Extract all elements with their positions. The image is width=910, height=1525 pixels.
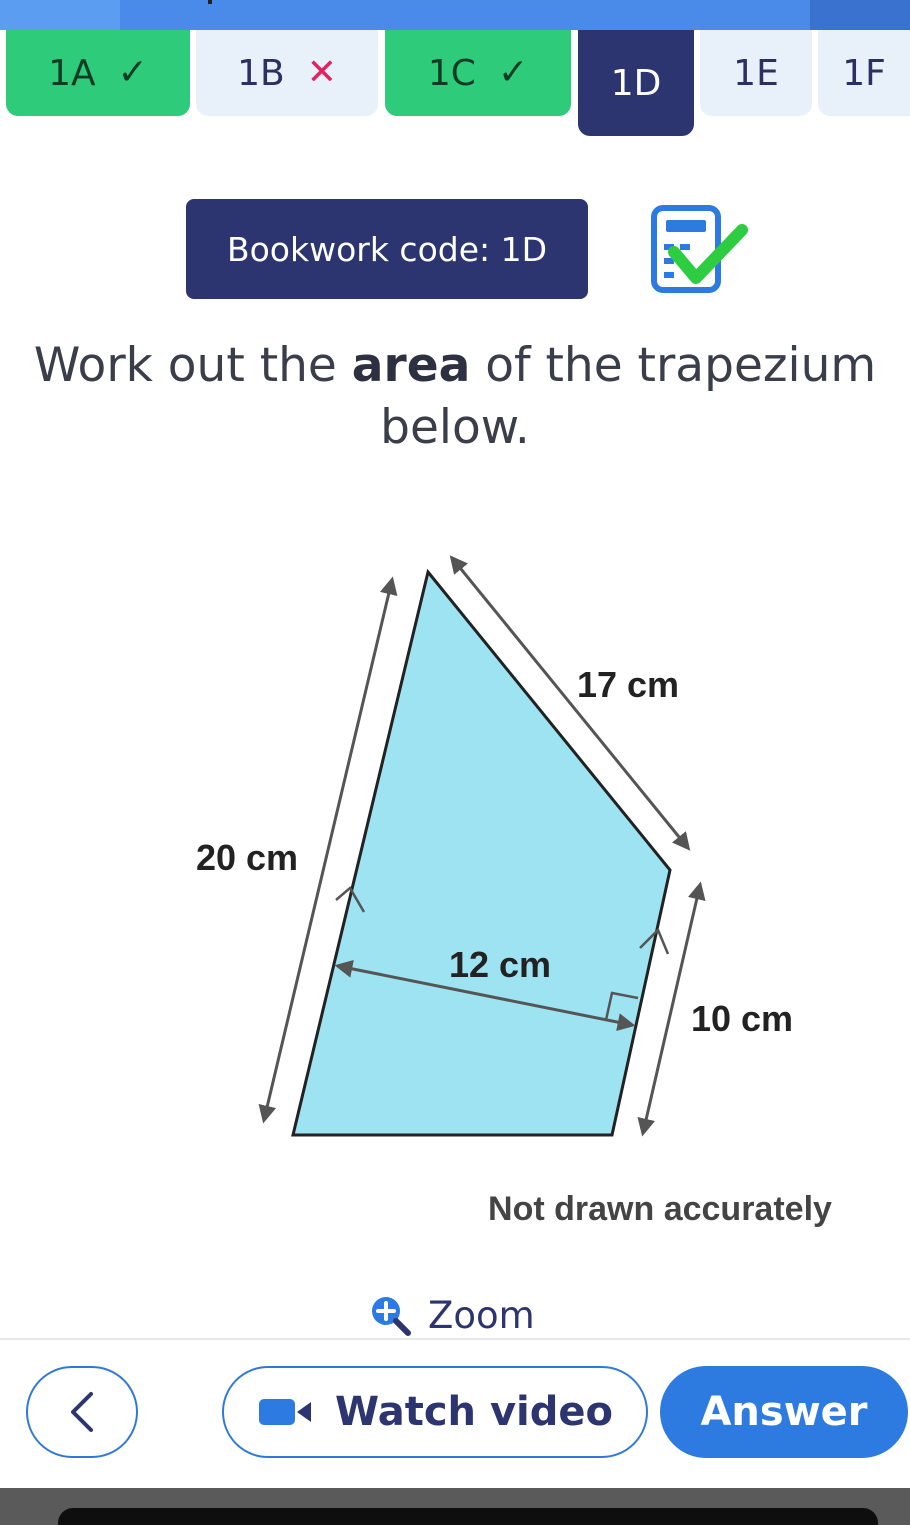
question-line1-post: of the trapezium [470, 338, 877, 393]
zoom-label: Zoom [428, 1293, 535, 1337]
tab-1f[interactable]: 1F [818, 30, 910, 116]
trapezium-diagram: 17 cm 20 cm 12 cm 10 cm Not drawn accura… [196, 555, 832, 1228]
progress-segment [0, 0, 120, 30]
tab-1e[interactable]: 1E [700, 30, 812, 116]
watch-video-button[interactable]: Watch video [222, 1366, 648, 1458]
tab-label: 1A [48, 52, 96, 94]
progress-segment [810, 0, 910, 30]
home-indicator [58, 1508, 878, 1525]
cross-icon: ✕ [306, 52, 337, 93]
answer-button[interactable]: Answer [660, 1366, 908, 1458]
video-camera-icon [259, 1399, 312, 1425]
tab-1c[interactable]: 1C ✓ [385, 30, 571, 116]
zoom-in-icon [372, 1297, 411, 1336]
bottom-bar [0, 1488, 910, 1525]
top-side-label: 17 cm [577, 664, 679, 705]
not-drawn-accurately-note: Not drawn accurately [488, 1190, 832, 1228]
progress-marker [208, 0, 212, 4]
answer-label: Answer [700, 1389, 868, 1435]
height-label: 12 cm [449, 944, 551, 985]
back-button[interactable] [26, 1366, 138, 1458]
tab-label: 1C [427, 52, 476, 94]
tab-label: 1F [842, 52, 886, 94]
left-side-label: 20 cm [196, 837, 298, 878]
progress-bar [0, 0, 910, 30]
check-icon: ✓ [497, 52, 529, 93]
chevron-left-icon [71, 1392, 93, 1432]
question-text: Work out the area of the trapezium below… [0, 335, 910, 459]
tab-label: 1E [733, 52, 779, 94]
tab-label: 1B [237, 52, 285, 94]
zoom-button[interactable]: Zoom [368, 1290, 535, 1340]
bookwork-code-badge: Bookwork code: 1D [186, 199, 588, 299]
trapezium-shape [291, 568, 672, 1137]
check-icon: ✓ [117, 52, 148, 93]
watch-video-label: Watch video [335, 1389, 613, 1435]
calculator-allowed-icon [651, 205, 748, 293]
tab-1b[interactable]: 1B ✕ [196, 30, 378, 116]
bookwork-code-label: Bookwork code: 1D [226, 229, 548, 269]
question-keyword: area [351, 338, 471, 393]
tab-1a[interactable]: 1A ✓ [6, 30, 190, 116]
tab-label: 1D [610, 62, 662, 104]
progress-segment [120, 0, 810, 30]
question-line1-pre: Work out the [33, 338, 352, 393]
right-side-label: 10 cm [691, 998, 793, 1039]
tab-1d[interactable]: 1D [578, 30, 694, 136]
question-line2: below. [380, 400, 530, 455]
divider [0, 1338, 910, 1340]
